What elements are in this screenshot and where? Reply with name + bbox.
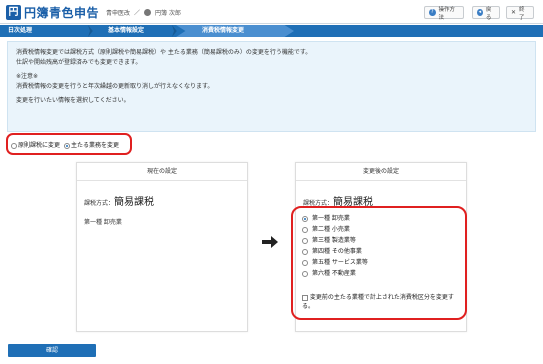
tax-method: 課税方式：簡易課税 <box>84 193 154 208</box>
radio-icon <box>302 270 308 277</box>
arrow-right-icon <box>262 236 278 248</box>
business-option-label: 第四種 その他事業 <box>312 248 362 255</box>
office-name: 青申医改 <box>106 10 131 17</box>
user-info: 青申医改 ／ 円簿 次郎 <box>106 8 181 17</box>
business-option-label: 第六種 不動産業 <box>312 270 356 277</box>
instruction-text: 変更を行いたい情報を選択してください。 <box>16 97 130 104</box>
help-button[interactable]: ? 操作方法 <box>424 6 464 21</box>
mode-option-label: 原則課税に変更 <box>18 142 61 149</box>
business-option-5[interactable]: 第五種 サービス業等 <box>302 257 368 268</box>
mode-option-label: 主たる業務を変更 <box>71 142 120 149</box>
panel-title: 変更後の設定 <box>296 163 466 181</box>
help-label: 操作方法 <box>438 6 456 21</box>
checkbox-label: 変更前の主たる業種で計上された消費税区分を変更する。 <box>302 294 454 310</box>
current-business: 第一種 卸売業 <box>84 219 122 226</box>
exit-button[interactable]: ✕ 終了 <box>506 6 534 21</box>
radio-checked-icon <box>64 142 71 149</box>
back-label: 戻る <box>485 6 492 21</box>
mode-selector: 原則課税に変更 主たる業務を変更 <box>11 140 119 149</box>
info-box: 消費税情報変更では課税方式（原則課税や簡易課税）や 主たる業務（簡易課税のみ）の… <box>7 41 536 132</box>
checkbox-icon <box>302 294 308 301</box>
exit-label: 終了 <box>519 6 525 21</box>
radio-icon <box>302 248 308 255</box>
info-text: 消費税情報変更では課税方式（原則課税や簡易課税）や 主たる業務（簡易課税のみ）の… <box>16 49 312 56</box>
back-icon: ◂ <box>477 9 483 16</box>
confirm-button[interactable]: 確認 <box>8 344 96 357</box>
user-icon <box>144 9 152 16</box>
logo-icon: 円 <box>6 4 21 20</box>
change-tax-category-checkbox[interactable]: 変更前の主たる業種で計上された消費税区分を変更する。 <box>302 293 462 311</box>
breadcrumb-item-current: 消費税情報変更 <box>202 27 245 34</box>
radio-checked-icon <box>302 215 308 222</box>
business-option-4[interactable]: 第四種 その他事業 <box>302 246 368 257</box>
business-options: 第一種 卸売業 第二種 小売業 第三種 製造業等 第四種 その他事業 第五種 サ… <box>302 213 368 279</box>
breadcrumb: 日次処理 基本情報設定 消費税情報変更 <box>0 25 543 37</box>
current-settings-panel: 現在の設定 課税方式：簡易課税 第一種 卸売業 <box>76 162 248 332</box>
breadcrumb-item-basic[interactable]: 基本情報設定 <box>108 25 144 37</box>
close-icon: ✕ <box>511 9 517 16</box>
mode-option-principal[interactable]: 原則課税に変更 <box>11 140 60 149</box>
panel-title: 現在の設定 <box>77 163 247 181</box>
business-option-label: 第一種 卸売業 <box>312 215 350 222</box>
business-option-label: 第二種 小売業 <box>312 226 350 233</box>
breadcrumb-chevron <box>88 25 93 37</box>
mode-option-business[interactable]: 主たる業務を変更 <box>64 140 119 149</box>
business-option-1[interactable]: 第一種 卸売業 <box>302 213 368 224</box>
back-button[interactable]: ◂ 戻る <box>472 6 500 21</box>
separator: ／ <box>134 10 141 17</box>
breadcrumb-item-daily[interactable]: 日次処理 <box>8 25 32 37</box>
radio-icon <box>302 259 308 266</box>
business-option-label: 第五種 サービス業等 <box>312 259 368 266</box>
app-logo: 円 円簿青色申告 <box>6 4 99 20</box>
app-title: 円簿青色申告 <box>24 5 100 20</box>
tax-method-value: 簡易課税 <box>114 197 155 208</box>
business-option-6[interactable]: 第六種 不動産業 <box>302 268 368 279</box>
business-option-2[interactable]: 第二種 小売業 <box>302 224 368 235</box>
radio-icon <box>11 142 17 149</box>
user-name: 円簿 次郎 <box>155 10 181 17</box>
breadcrumb-chevron <box>172 25 177 37</box>
note-title: ※注意※ <box>16 73 39 80</box>
app-header: 円 円簿青色申告 青申医改 ／ 円簿 次郎 ? 操作方法 ◂ 戻る ✕ 終了 <box>0 0 543 24</box>
radio-icon <box>302 226 308 233</box>
radio-icon <box>302 237 308 244</box>
business-option-label: 第三種 製造業等 <box>312 237 356 244</box>
note-body: 消費税情報の変更を行うと年次繰越の更新取り消しが行えなくなります。 <box>16 82 214 90</box>
help-icon: ? <box>429 9 436 16</box>
tax-method-label: 課税方式： <box>84 200 115 207</box>
info-text: 仕訳や開始残高が登録済みでも変更できます。 <box>16 58 142 66</box>
business-option-3[interactable]: 第三種 製造業等 <box>302 235 368 246</box>
